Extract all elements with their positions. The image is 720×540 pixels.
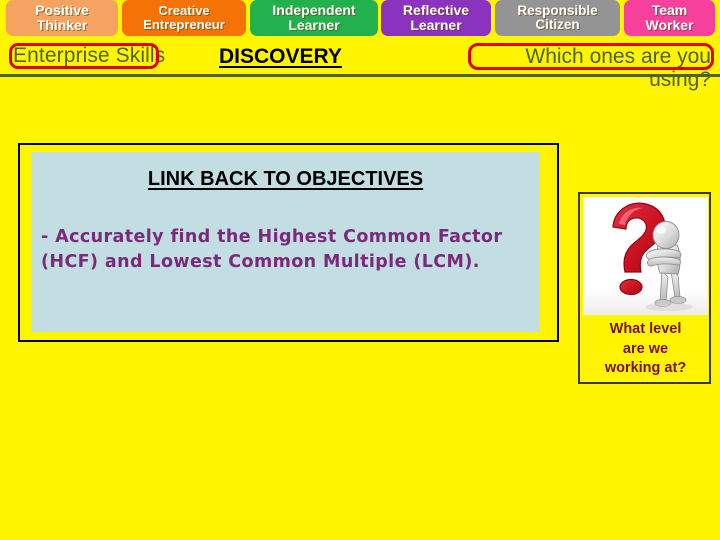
level-question-card: What level are we working at? — [578, 192, 711, 384]
skill-tab-independent-learner[interactable]: Independent Learner — [250, 0, 378, 36]
question-mark-thinking-figure-icon — [583, 197, 708, 315]
skill-tab-label-line1: Reflective — [402, 2, 470, 19]
objectives-panel-inner: LINK BACK TO OBJECTIVES - Accurately fin… — [31, 152, 540, 332]
skill-tab-label-line2: Citizen — [535, 17, 580, 32]
objectives-heading: LINK BACK TO OBJECTIVES — [147, 168, 424, 190]
level-card-caption-line3: working at? — [604, 360, 687, 377]
skill-tab-label-line1: Independent — [272, 2, 356, 19]
enterprise-skills-highlight-outline — [9, 43, 159, 69]
skill-tab-label-line2: Learner — [288, 17, 340, 33]
which-ones-question-line2: using? — [649, 68, 711, 91]
skill-tab-label-line2: Entrepreneur — [143, 17, 225, 32]
level-card-caption: What level are we working at? — [583, 318, 708, 380]
level-card-caption-line2: are we — [622, 340, 669, 357]
skill-tab-responsible-citizen[interactable]: Responsible Citizen — [495, 0, 620, 36]
skill-tab-label-line1: Creative — [158, 3, 210, 19]
objectives-panel: LINK BACK TO OBJECTIVES - Accurately fin… — [18, 143, 559, 342]
slide-canvas: Positive Thinker Creative Entrepreneur I… — [0, 0, 720, 540]
skill-tab-label-line1: Team — [651, 2, 688, 19]
skill-tab-label-line1: Positive — [35, 2, 89, 19]
which-ones-highlight-outline — [468, 43, 714, 70]
discovery-title: DISCOVERY — [219, 45, 342, 68]
skill-tab-creative-entrepreneur[interactable]: Creative Entrepreneur — [122, 0, 246, 36]
skill-tabs-bar: Positive Thinker Creative Entrepreneur I… — [0, 0, 720, 36]
skill-tab-team-worker[interactable]: Team Worker — [624, 0, 715, 36]
skill-tab-label-line2: Worker — [645, 17, 694, 33]
objectives-body-text: - Accurately find the Highest Common Fac… — [41, 227, 503, 272]
level-card-caption-line1: What level — [609, 321, 682, 337]
skill-tab-label-line2: Learner — [410, 17, 462, 33]
skill-tab-positive-thinker[interactable]: Positive Thinker — [6, 0, 118, 36]
skill-tab-reflective-learner[interactable]: Reflective Learner — [381, 0, 491, 36]
skill-tab-label-line2: Thinker — [36, 17, 88, 33]
header-divider-rule — [0, 74, 720, 77]
skill-tab-label-line1: Responsible — [517, 2, 598, 18]
